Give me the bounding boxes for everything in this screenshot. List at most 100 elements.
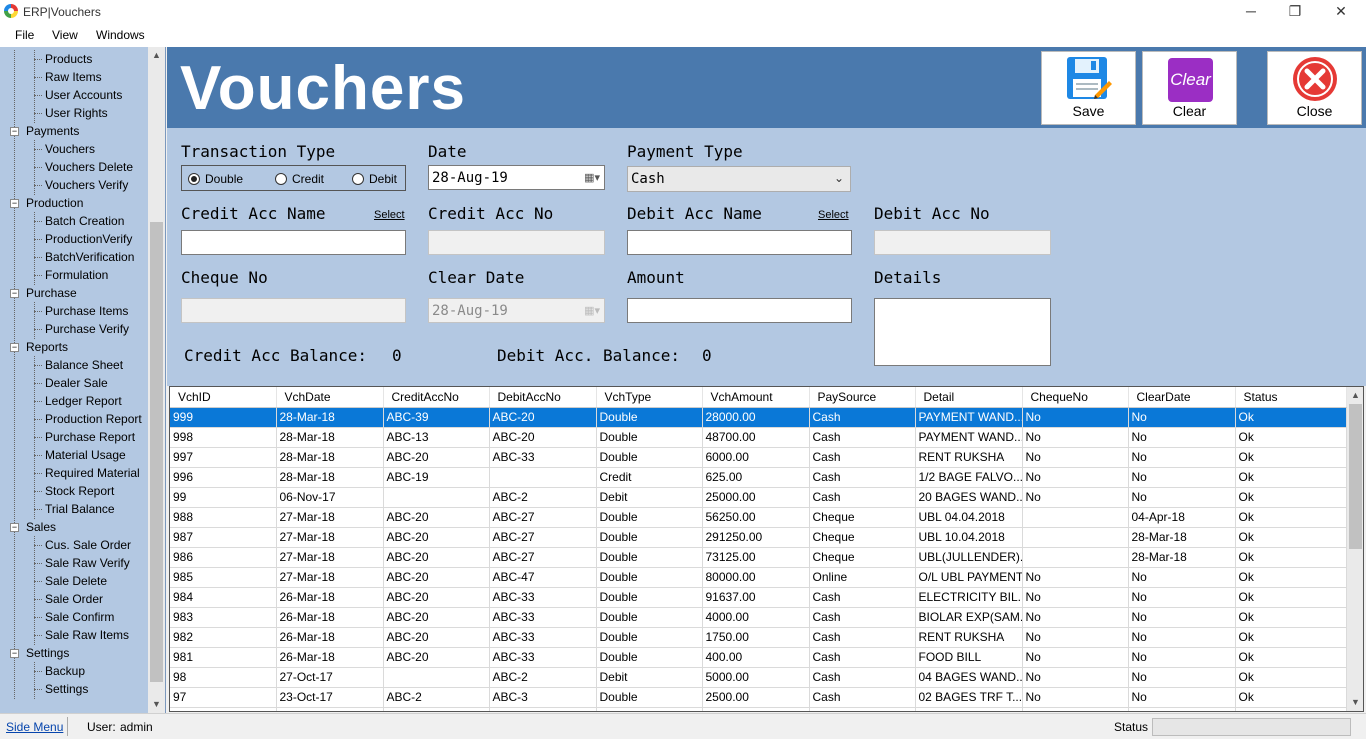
table-cell[interactable]: Ok	[1235, 567, 1347, 588]
table-cell[interactable]: Double	[596, 567, 703, 588]
sidebar-item[interactable]: BatchVerification	[0, 248, 146, 267]
table-cell[interactable]: 27-Mar-18	[276, 507, 384, 528]
table-cell[interactable]: ABC-33	[489, 587, 597, 608]
table-cell[interactable]: 97	[170, 687, 277, 708]
radio-debit[interactable]: Debit	[352, 172, 397, 186]
table-cell[interactable]: 80000.00	[702, 567, 810, 588]
table-cell[interactable]: ABC-20	[383, 607, 490, 628]
column-header[interactable]: CreditAccNo	[383, 387, 490, 408]
sidebar-item[interactable]: Purchase Report	[0, 428, 146, 447]
sidebar-item[interactable]: Cus. Sale Order	[0, 536, 146, 555]
table-cell[interactable]: 987	[170, 527, 277, 548]
table-cell[interactable]: 998	[170, 427, 277, 448]
table-cell[interactable]: No	[1022, 407, 1129, 428]
table-cell[interactable]: Cash	[809, 667, 916, 688]
table-cell[interactable]: 26-Mar-18	[276, 607, 384, 628]
table-row[interactable]: 983 26-Mar-18 ABC-20 ABC-33 Double 4000.00 Cas…	[170, 607, 1347, 628]
sidebar-item[interactable]: Batch Creation	[0, 212, 146, 231]
table-cell[interactable]: ABC-13	[383, 427, 490, 448]
table-cell[interactable]	[1128, 707, 1236, 711]
table-cell[interactable]	[1022, 507, 1129, 528]
table-row[interactable]: 981 26-Mar-18 ABC-20 ABC-33 Double 400.00 Cash…	[170, 647, 1347, 668]
table-cell[interactable]: Ok	[1235, 687, 1347, 708]
sidebar-item[interactable]: Products	[0, 50, 146, 69]
table-cell[interactable]: Cash	[809, 687, 916, 708]
sidebar-item[interactable]: Sale Delete	[0, 572, 146, 591]
amount-input[interactable]	[627, 298, 852, 323]
table-cell[interactable]: Cheque	[809, 527, 916, 548]
table-cell[interactable]: 28-Mar-18	[276, 467, 384, 488]
table-cell[interactable]: ABC-20	[383, 587, 490, 608]
table-cell[interactable]: Credit	[596, 467, 703, 488]
table-cell[interactable]: UBL(JULLENDER)...	[915, 547, 1023, 568]
column-header[interactable]: PaySource	[809, 387, 916, 408]
table-cell[interactable]: No	[1022, 567, 1129, 588]
table-cell[interactable]: No	[1128, 427, 1236, 448]
minimize-button[interactable]: ─	[1228, 0, 1274, 23]
scrollbar-thumb[interactable]	[150, 222, 163, 682]
date-picker[interactable]: 28-Aug-19 ▦▾	[428, 165, 605, 190]
table-row[interactable]: 982 26-Mar-18 ABC-20 ABC-33 Double 1750.00 Cas…	[170, 627, 1347, 648]
column-header[interactable]: Detail	[915, 387, 1023, 408]
menu-windows[interactable]: Windows	[96, 28, 145, 42]
table-cell[interactable]	[1022, 527, 1129, 548]
table-cell[interactable]: ABC-20	[383, 447, 490, 468]
table-row[interactable]: 998 28-Mar-18 ABC-13 ABC-20 Double 48700.00 Ca…	[170, 427, 1347, 448]
table-cell[interactable]: PAYMENT WAND...	[915, 407, 1023, 428]
side-menu-link[interactable]: Side Menu	[6, 720, 63, 734]
table-cell[interactable]: No	[1022, 687, 1129, 708]
sidebar-item[interactable]: Ledger Report	[0, 392, 146, 411]
table-cell[interactable]: Double	[596, 607, 703, 628]
table-cell[interactable]: Ok	[1235, 407, 1347, 428]
sidebar-item[interactable]: Dealer Sale	[0, 374, 146, 393]
table-cell[interactable]: 999	[170, 407, 277, 428]
table-cell[interactable]: No	[1022, 667, 1129, 688]
table-cell[interactable]: 91637.00	[702, 587, 810, 608]
table-cell[interactable]: No	[1128, 567, 1236, 588]
table-cell[interactable]: ABC-33	[489, 627, 597, 648]
sidebar-item[interactable]: Sale Order	[0, 590, 146, 609]
table-cell[interactable]: Ok	[1235, 427, 1347, 448]
table-cell[interactable]: Double	[596, 527, 703, 548]
table-cell[interactable]: ABC-20	[383, 567, 490, 588]
table-cell[interactable]: ABC-39	[383, 407, 490, 428]
table-cell[interactable]: No	[1128, 447, 1236, 468]
table-row[interactable]: 987 27-Mar-18 ABC-20 ABC-27 Double 291250.00 C…	[170, 527, 1347, 548]
table-cell[interactable]: 20 BAGES WAND...	[915, 487, 1023, 508]
table-cell[interactable]: 02 BAGES TRF T...	[915, 687, 1023, 708]
table-cell[interactable]: 984	[170, 587, 277, 608]
table-cell[interactable]: 1/2 BAGE FALVO...	[915, 467, 1023, 488]
table-cell[interactable]: Double	[596, 427, 703, 448]
table-cell[interactable]: No	[1128, 487, 1236, 508]
details-textarea[interactable]	[874, 298, 1051, 366]
table-cell[interactable]: ABC-20	[383, 507, 490, 528]
collapse-icon[interactable]: −	[10, 523, 19, 532]
table-cell[interactable]: 99	[170, 487, 277, 508]
sidebar-item[interactable]: Required Material	[0, 464, 146, 483]
table-cell[interactable]: Cash	[809, 627, 916, 648]
table-cell[interactable]	[809, 707, 916, 711]
table-row[interactable]	[170, 707, 1347, 711]
collapse-icon[interactable]: −	[10, 649, 19, 658]
calendar-dropdown-icon[interactable]: ▦▾	[584, 171, 600, 184]
sidebar-item[interactable]: Settings	[0, 680, 146, 699]
table-cell[interactable]: Ok	[1235, 627, 1347, 648]
debit-acc-name-input[interactable]	[627, 230, 852, 255]
table-cell[interactable]: ABC-2	[489, 487, 597, 508]
table-cell[interactable]: ABC-20	[383, 627, 490, 648]
table-row[interactable]: 996 28-Mar-18 ABC-19 Credit 625.00 Cash 1/2 BA…	[170, 467, 1347, 488]
table-cell[interactable]: Ok	[1235, 487, 1347, 508]
table-cell[interactable]: Cash	[809, 647, 916, 668]
table-cell[interactable]: 982	[170, 627, 277, 648]
scroll-up-icon[interactable]: ▲	[148, 47, 165, 64]
table-cell[interactable]: No	[1128, 607, 1236, 628]
table-cell[interactable]	[489, 707, 597, 711]
table-cell[interactable]: Ok	[1235, 587, 1347, 608]
scroll-down-icon[interactable]: ▼	[148, 696, 165, 713]
table-cell[interactable]: 23-Oct-17	[276, 687, 384, 708]
table-cell[interactable]: 985	[170, 567, 277, 588]
table-cell[interactable]	[383, 487, 490, 508]
table-row[interactable]: 986 27-Mar-18 ABC-20 ABC-27 Double 73125.00 Ch…	[170, 547, 1347, 568]
sidebar-group[interactable]: − Reports	[0, 338, 146, 357]
table-cell[interactable]: Ok	[1235, 527, 1347, 548]
